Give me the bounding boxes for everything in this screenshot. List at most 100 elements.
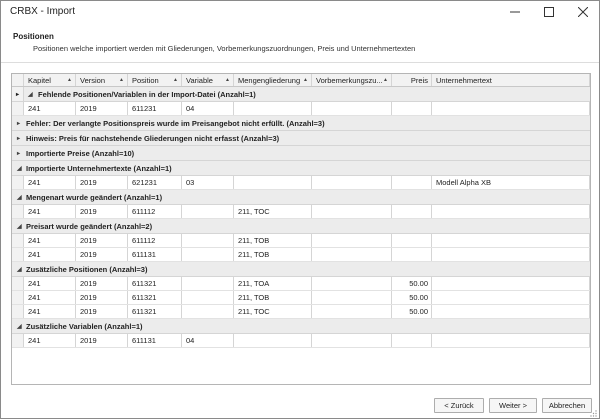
close-icon: [578, 7, 588, 17]
cell-position: 611131: [128, 334, 182, 347]
column-header-label: Variable: [186, 75, 213, 85]
cell-variable: [182, 248, 234, 261]
sort-ascending-icon: ▲: [225, 77, 230, 83]
column-header-unternehmertext[interactable]: Unternehmertext: [432, 74, 590, 86]
collapse-icon[interactable]: ◢: [17, 262, 22, 276]
cell-position: 611321: [128, 305, 182, 318]
table-row[interactable]: 241 2019 611131 04: [12, 334, 590, 348]
table-row[interactable]: 241 2019 611112 211, TOB: [12, 234, 590, 248]
collapse-icon[interactable]: ◢: [28, 87, 33, 101]
column-header-preis[interactable]: Preis: [392, 74, 432, 86]
column-header-variable[interactable]: Variable ▲: [182, 74, 234, 86]
column-header-position[interactable]: Position ▲: [128, 74, 182, 86]
cell-version: 2019: [76, 176, 128, 189]
group-row[interactable]: ▸ ◢ Fehlende Positionen/Variablen in der I…: [12, 87, 590, 102]
back-button[interactable]: < Zurück: [434, 398, 484, 413]
resize-grip-icon[interactable]: [589, 409, 597, 417]
group-row[interactable]: ◢ Mengenart wurde geändert (Anzahl=1): [12, 190, 590, 205]
minimize-button[interactable]: [498, 1, 532, 23]
cell-unternehmertext: [432, 248, 590, 261]
cell-vorbemerkung: [312, 277, 392, 290]
column-header-label: Version: [80, 75, 106, 85]
cell-mengengliederung: [234, 334, 312, 347]
row-indicator: [12, 334, 24, 347]
expand-icon[interactable]: ▸: [17, 131, 20, 145]
cell-position: 611112: [128, 205, 182, 218]
group-row[interactable]: ◢ Zusätzliche Variablen (Anzahl=1): [12, 319, 590, 334]
cell-version: 2019: [76, 248, 128, 261]
table-row[interactable]: 241 2019 611131 211, TOB: [12, 248, 590, 262]
cell-unternehmertext: Modell Alpha XB: [432, 176, 590, 189]
sort-ascending-icon: ▲: [173, 77, 178, 83]
column-header-label: Mengengliederung: [238, 75, 301, 85]
cell-position: 611321: [128, 291, 182, 304]
window-title: CRBX - Import: [10, 6, 76, 17]
cell-mengengliederung: 211, TOC: [234, 205, 312, 218]
cell-kapitel: 241: [24, 176, 76, 189]
row-indicator: [12, 205, 24, 218]
minimize-icon: [510, 11, 520, 13]
cell-version: 2019: [76, 205, 128, 218]
table-row[interactable]: 241 2019 611231 04: [12, 102, 590, 116]
expand-icon[interactable]: ▸: [17, 146, 20, 160]
table-row[interactable]: 241 2019 611321 211, TOA 50.00: [12, 277, 590, 291]
cell-vorbemerkung: [312, 291, 392, 304]
group-row[interactable]: ▸ Hinweis: Preis für nachstehende Glieder…: [12, 131, 590, 146]
column-header-label: Unternehmertext: [436, 75, 492, 85]
maximize-button[interactable]: [532, 1, 566, 23]
page-title: Positionen: [13, 32, 54, 41]
cell-position: 611112: [128, 234, 182, 247]
column-header-version[interactable]: Version ▲: [76, 74, 128, 86]
group-row[interactable]: ▸ Importierte Preise (Anzahl=10): [12, 146, 590, 161]
column-header-mengengliederung[interactable]: Mengengliederung ▲: [234, 74, 312, 86]
cell-position: 611131: [128, 248, 182, 261]
group-row[interactable]: ◢ Preisart wurde geändert (Anzahl=2): [12, 219, 590, 234]
collapse-icon[interactable]: ◢: [17, 219, 22, 233]
cell-mengengliederung: 211, TOB: [234, 234, 312, 247]
cell-variable: 04: [182, 334, 234, 347]
table-row[interactable]: 241 2019 611321 211, TOB 50.00: [12, 291, 590, 305]
collapse-icon[interactable]: ◢: [17, 319, 22, 333]
column-header-vorbemerkung[interactable]: Vorbemerkungszu... ▲: [312, 74, 392, 86]
group-label: Fehlende Positionen/Variablen in der Imp…: [38, 89, 256, 99]
cell-mengengliederung: [234, 176, 312, 189]
cell-unternehmertext: [432, 102, 590, 115]
cell-preis: [392, 102, 432, 115]
cell-kapitel: 241: [24, 234, 76, 247]
cell-preis: [392, 334, 432, 347]
cancel-button[interactable]: Abbrechen: [542, 398, 592, 413]
group-row[interactable]: ◢ Importierte Unternehmertexte (Anzahl=1): [12, 161, 590, 176]
cell-preis: [392, 176, 432, 189]
cell-vorbemerkung: [312, 176, 392, 189]
close-button[interactable]: [566, 1, 600, 23]
cell-preis: 50.00: [392, 305, 432, 318]
cell-preis: [392, 205, 432, 218]
row-indicator: [12, 248, 24, 261]
sort-ascending-icon: ▲: [303, 77, 308, 83]
cell-unternehmertext: [432, 334, 590, 347]
cell-unternehmertext: [432, 291, 590, 304]
cell-kapitel: 241: [24, 248, 76, 261]
cell-vorbemerkung: [312, 248, 392, 261]
next-button[interactable]: Weiter >: [489, 398, 537, 413]
column-header-kapitel[interactable]: Kapitel ▲: [24, 74, 76, 86]
table-row[interactable]: 241 2019 611112 211, TOC: [12, 205, 590, 219]
group-row[interactable]: ◢ Zusätzliche Positionen (Anzahl=3): [12, 262, 590, 277]
cell-version: 2019: [76, 291, 128, 304]
collapse-icon[interactable]: ◢: [17, 161, 22, 175]
cell-variable: [182, 291, 234, 304]
sort-ascending-icon: ▲: [67, 77, 72, 83]
table-row[interactable]: 241 2019 621231 03 Modell Alpha XB: [12, 176, 590, 190]
positions-grid[interactable]: Kapitel ▲ Version ▲ Position ▲ Variable ▲ Mengen…: [11, 73, 591, 385]
group-label: Preisart wurde geändert (Anzahl=2): [26, 221, 153, 231]
cell-kapitel: 241: [24, 277, 76, 290]
cell-kapitel: 241: [24, 291, 76, 304]
sort-ascending-icon: ▲: [383, 77, 388, 83]
cell-variable: 04: [182, 102, 234, 115]
column-header-label: Preis: [410, 75, 428, 85]
group-row[interactable]: ▸ Fehler: Der verlangte Positionspreis wu…: [12, 116, 590, 131]
cell-vorbemerkung: [312, 234, 392, 247]
collapse-icon[interactable]: ◢: [17, 190, 22, 204]
expand-icon[interactable]: ▸: [17, 116, 20, 130]
table-row[interactable]: 241 2019 611321 211, TOC 50.00: [12, 305, 590, 319]
